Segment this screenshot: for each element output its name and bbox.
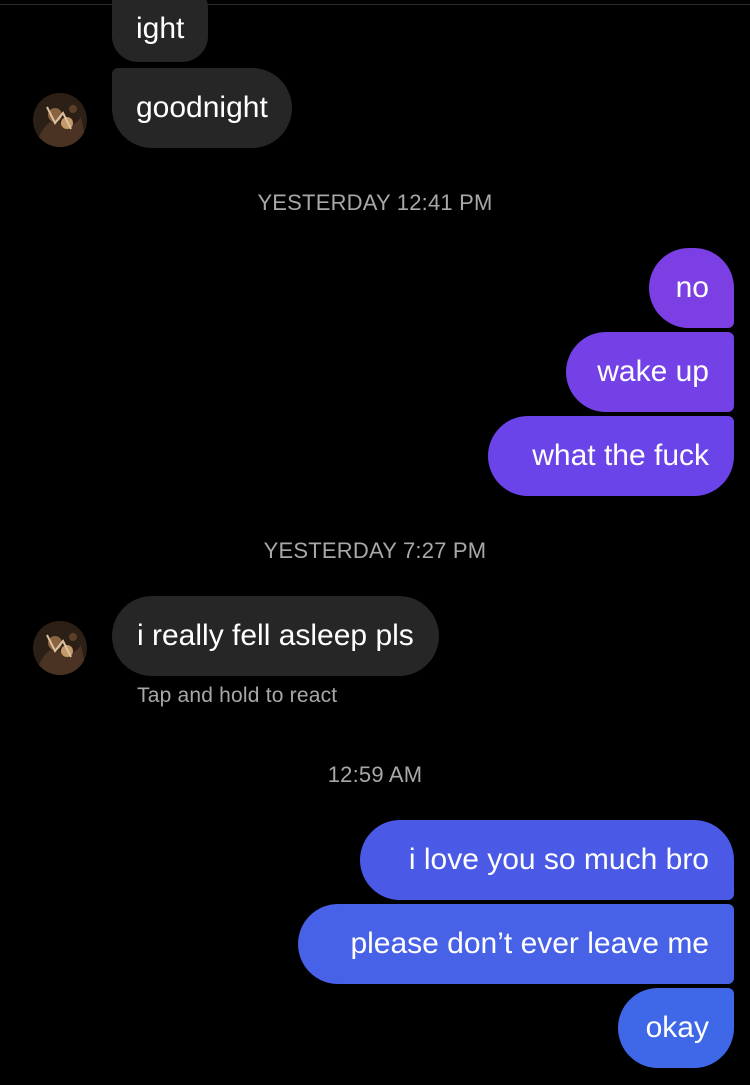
message-text: wake up xyxy=(597,355,709,388)
timestamp: YESTERDAY 12:41 PM xyxy=(257,190,493,215)
message-text: i love you so much bro xyxy=(408,843,709,876)
outgoing-message[interactable]: okay xyxy=(618,988,734,1068)
avatar-photo-icon xyxy=(33,93,87,147)
outgoing-message[interactable]: i love you so much bro xyxy=(360,820,734,900)
contact-avatar[interactable] xyxy=(33,93,87,147)
incoming-message[interactable]: goodnight xyxy=(112,68,292,148)
outgoing-message[interactable]: what the fuck xyxy=(488,416,734,496)
incoming-message[interactable]: ight xyxy=(112,0,209,62)
timestamp: YESTERDAY 7:27 PM xyxy=(263,538,487,563)
message-text: okay xyxy=(645,1011,709,1044)
message-text: ight xyxy=(136,12,185,45)
message-text: what the fuck xyxy=(532,439,709,472)
timestamp: 12:59 AM xyxy=(327,762,423,787)
message-text: no xyxy=(675,271,709,304)
message-text: i really fell asleep pls xyxy=(137,619,414,652)
contact-avatar[interactable] xyxy=(33,621,87,675)
avatar-photo-icon xyxy=(33,621,87,675)
reaction-hint: Tap and hold to react xyxy=(137,684,338,707)
outgoing-message[interactable]: wake up xyxy=(566,332,734,412)
incoming-message[interactable]: i really fell asleep pls xyxy=(112,596,439,676)
message-text: please don’t ever leave me xyxy=(350,927,709,960)
message-text: goodnight xyxy=(136,91,268,124)
outgoing-message[interactable]: no xyxy=(649,248,734,328)
outgoing-message[interactable]: please don’t ever leave me xyxy=(298,904,734,984)
